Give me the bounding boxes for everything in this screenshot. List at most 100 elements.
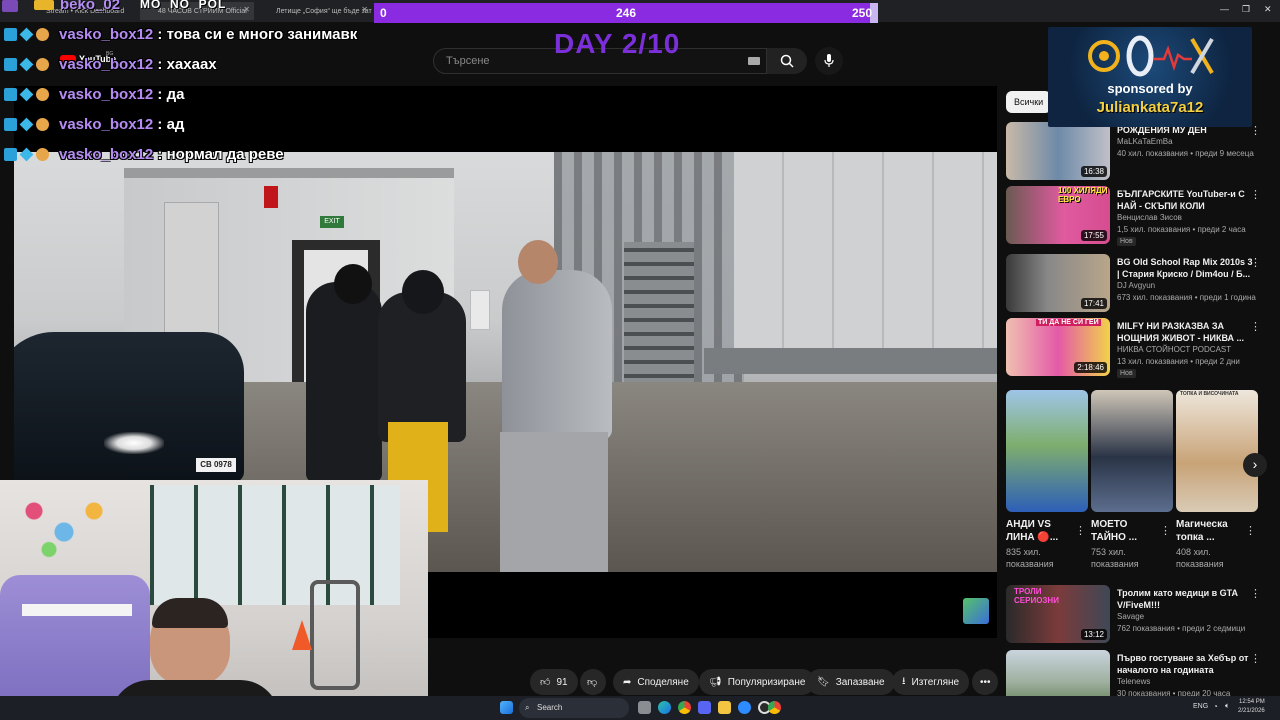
language-indicator[interactable]: ENG [1193, 703, 1208, 710]
task-view-icon[interactable] [638, 701, 651, 714]
recommendation-item[interactable]: 100 ХИЛЯДИ ЕВРО 17:55 БЪЛГАРСКИТЕ YouTub… [1006, 186, 1270, 246]
video-thumbnail: 17:41 [1006, 254, 1110, 312]
chat-message: vasko_box12 : да [4, 83, 184, 105]
short-title: МОЕТО ТАЙНО ... [1091, 519, 1138, 543]
edge-icon[interactable] [658, 701, 671, 714]
more-actions-button[interactable]: ••• [972, 669, 998, 695]
diamond-badge-icon [19, 57, 34, 71]
folder-icon[interactable] [718, 701, 731, 714]
duration-badge: 17:55 [1080, 230, 1107, 241]
keyboard-icon[interactable] [748, 57, 760, 65]
more-icon[interactable]: ⋮ [1250, 188, 1261, 201]
recommendation-item[interactable]: 17:41 BG Old School Rap Mix 2010s 3 | Ст… [1006, 254, 1270, 314]
thumbnail-text: ТИ ДА НЕ СИ ГЕЙ [1036, 319, 1101, 326]
chat-text: това си е много занимавк [166, 25, 358, 43]
more-icon[interactable]: ⋮ [1160, 524, 1171, 537]
short-item[interactable]: ТОПКА И ВИСОЧИНАТА Магическа топка ... 4… [1176, 390, 1258, 570]
close-icon[interactable]: ✕ [243, 5, 250, 14]
duration-badge: 13:12 [1080, 629, 1107, 640]
minimize-icon[interactable]: — [1220, 4, 1229, 14]
person-1-head [334, 264, 372, 304]
download-button[interactable]: ⭳ Изтегляне [892, 669, 970, 695]
short-item[interactable]: АНДИ VS ЛИНА 🔴... 835 хил. показвания ⋮ [1006, 390, 1088, 570]
sponsor-logo-icon [1088, 35, 1214, 77]
clock[interactable]: 12:54 PM 2/21/2026 [1238, 698, 1265, 716]
thumbnail-text: ТОПКА И ВИСОЧИНАТА [1180, 391, 1239, 397]
chat-text: ад [166, 115, 185, 133]
thumbnail-text: 100 ХИЛЯДИ ЕВРО [1058, 186, 1108, 204]
top-overlay-label: MO NO POL [140, 0, 227, 11]
chat-username: vasko_box12 [59, 55, 154, 73]
window-frame [150, 485, 400, 605]
save-button[interactable]: 🔖︎ Запазване [807, 669, 895, 695]
discord-icon[interactable] [698, 701, 711, 714]
dislike-button[interactable]: 👎︎ [580, 669, 606, 695]
shorts-next-button[interactable]: › [1243, 453, 1267, 477]
chat-message: vasko_box12 : това си е много занимавк [4, 23, 357, 45]
video-meta: 762 показвания • преди 2 седмици [1117, 624, 1246, 633]
clock-time: 12:54 PM [1239, 699, 1265, 705]
short-item[interactable]: МОЕТО ТАЙНО ... 753 хил. показвания ⋮ [1091, 390, 1173, 570]
like-button[interactable]: 👍︎ 91 [530, 669, 578, 695]
emote-badge-icon [36, 27, 49, 41]
recommendation-item[interactable]: ТИ ДА НЕ СИ ГЕЙ 2:18:46 MILFY НИ РАЗКАЗВ… [1006, 318, 1270, 378]
channel-name: Венцислав Зисов [1117, 213, 1182, 222]
clock-date: 2/21/2026 [1238, 708, 1265, 714]
search-button[interactable] [767, 48, 807, 74]
streamer-avatar [2, 0, 18, 12]
start-icon[interactable] [500, 701, 513, 714]
progress-start-label: 0 [380, 6, 387, 20]
video-meta: 1,5 хил. показвания • преди 2 часа [1117, 225, 1246, 234]
chip-all[interactable]: Всички [1006, 91, 1052, 113]
promote-button[interactable]: 📢︎ Популяризиране [699, 669, 816, 695]
short-views: 753 хил. показвания [1091, 547, 1139, 569]
channel-watermark[interactable] [963, 598, 989, 624]
tab-sofia-airport[interactable]: Летище „София“ ще бъде зат ✕ [258, 2, 372, 20]
webcam-overlay [0, 480, 428, 720]
thumbnail-text: ТРОЛИ СЕРИОЗНИ [1014, 587, 1059, 605]
chat-separator: : [153, 25, 167, 43]
new-badge: Нов [1117, 237, 1136, 246]
chat-username: vasko_box12 [59, 145, 154, 163]
short-title: АНДИ VS ЛИНА 🔴... [1006, 519, 1059, 543]
recommendation-item[interactable]: 16:38 РОЖДЕНИЯ МУ ДЕН MaLKaTaEmBa 40 хил… [1006, 122, 1270, 182]
app-icon[interactable] [738, 701, 751, 714]
more-icon[interactable]: ⋮ [1250, 320, 1261, 333]
chat-separator: : [153, 55, 167, 73]
more-icon[interactable]: ⋮ [1075, 524, 1086, 537]
chat-text: да [166, 85, 185, 103]
prime-badge-icon [4, 87, 17, 101]
exercise-bike [310, 580, 360, 690]
panel-building-base [704, 348, 997, 374]
chrome-icon[interactable] [678, 701, 691, 714]
channel-name: MaLKaTaEmBa [1117, 137, 1173, 146]
video-thumbnail: ТРОЛИ СЕРИОЗНИ 13:12 [1006, 585, 1110, 643]
white-table [22, 604, 132, 616]
more-icon[interactable]: ⋮ [1250, 256, 1261, 269]
video-title: MILFY НИ РАЗКАЗВА ЗА НОЩНИЯ ЖИВОТ - НИКВ… [1117, 321, 1244, 343]
person-3-head [518, 240, 558, 284]
top-streamer-name: beko_02 [60, 0, 121, 13]
emote-badge-icon [36, 147, 49, 161]
close-window-icon[interactable]: ✕ [1264, 4, 1272, 15]
more-icon[interactable]: ⋮ [1250, 652, 1261, 665]
volume-icon[interactable]: 🔈︎ [1225, 701, 1230, 711]
tab-label: Летище „София“ ще бъде зат [276, 7, 372, 15]
chrome-icon-2[interactable] [768, 701, 781, 714]
close-icon[interactable]: ✕ [361, 5, 368, 14]
more-icon[interactable]: ⋮ [1245, 524, 1256, 537]
video-thumbnail: 100 ХИЛЯДИ ЕВРО 17:55 [1006, 186, 1110, 244]
maximize-icon[interactable]: ❐ [1242, 4, 1250, 15]
wifi-icon[interactable]: ◔ [1213, 702, 1218, 711]
voice-search-button[interactable] [815, 47, 843, 75]
video-meta: 13 хил. показвания • преди 2 дни [1117, 357, 1240, 366]
diamond-badge-icon [19, 117, 34, 131]
more-icon[interactable]: ⋮ [1250, 587, 1261, 600]
chat-username: vasko_box12 [59, 115, 154, 133]
emote-badge-icon [36, 117, 49, 131]
recommendation-item[interactable]: ТРОЛИ СЕРИОЗНИ 13:12 Тролим като медици … [1006, 585, 1270, 645]
duration-badge: 2:18:46 [1074, 362, 1107, 373]
share-button[interactable]: ➦ Споделяне [613, 669, 699, 695]
taskbar-search[interactable]: ⌕ Search [519, 698, 629, 718]
share-icon: ➦ [623, 676, 632, 688]
